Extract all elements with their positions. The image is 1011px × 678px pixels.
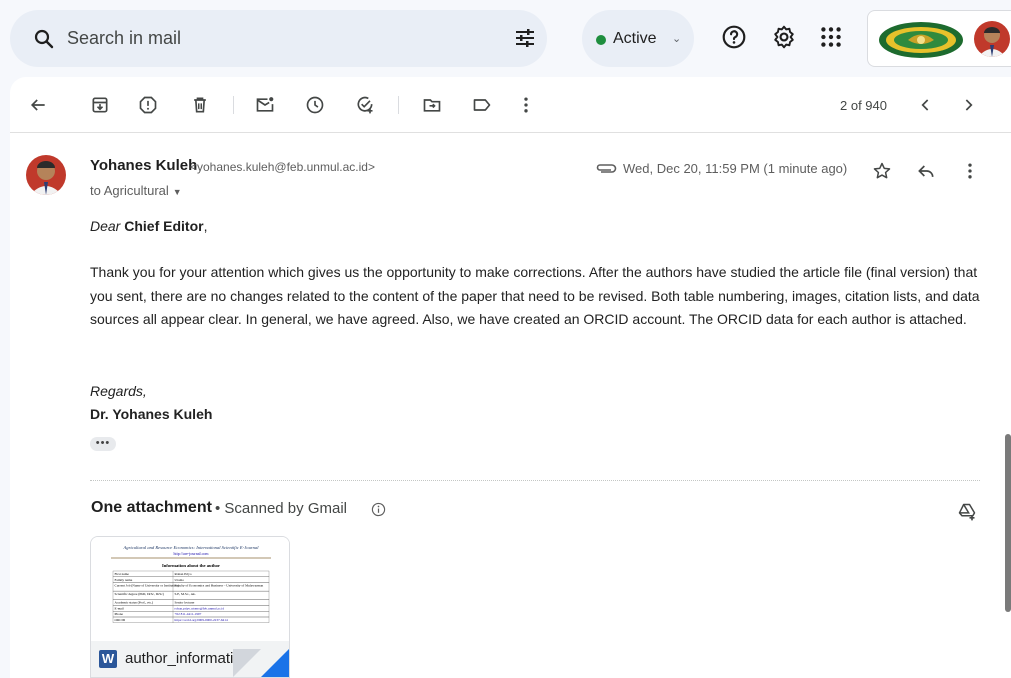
- scanned-by-gmail: • Scanned by Gmail: [215, 500, 347, 517]
- preview-cell: Family name: [115, 578, 133, 582]
- greeting-suffix: ,: [203, 218, 208, 234]
- account-avatar[interactable]: [974, 21, 1010, 57]
- search-icon[interactable]: [32, 27, 56, 51]
- preview-heading: Information about the author: [162, 563, 220, 568]
- preview-cell: Rohan Priyo: [175, 572, 192, 576]
- search-bar[interactable]: Search in mail: [10, 10, 547, 67]
- chevron-left-icon[interactable]: [916, 95, 936, 115]
- sender-name[interactable]: Yohanes Kuleh: [90, 157, 197, 174]
- preview-cell: +62 811-4411-1997: [175, 612, 202, 616]
- report-spam-icon[interactable]: [138, 95, 158, 115]
- preview-journal: Agricultural and Resource Economics: Int…: [122, 545, 259, 550]
- greeting: Dear Chief Editor,: [90, 215, 207, 239]
- preview-cell: Senior lecturer: [175, 601, 196, 605]
- add-task-icon[interactable]: [355, 95, 375, 115]
- reply-icon[interactable]: [916, 161, 936, 181]
- more-vert-icon[interactable]: [516, 95, 536, 115]
- preview-cell: Phone: [115, 612, 124, 616]
- attachment-filename[interactable]: author_informati...: [125, 650, 246, 667]
- caret-down-icon[interactable]: ▼: [173, 187, 182, 197]
- attachment-divider: [90, 480, 980, 481]
- page-fold: [233, 649, 261, 677]
- attachment-preview: Agricultural and Resource Economics: Int…: [91, 537, 289, 647]
- account-area[interactable]: [867, 10, 1011, 67]
- status-label: Active: [613, 30, 657, 47]
- preview-cell: ORCID: [115, 618, 126, 622]
- search-input[interactable]: Search in mail: [67, 28, 181, 49]
- page-count: 2 of 940: [840, 98, 887, 113]
- recipient-label: to Agricultural: [90, 183, 169, 198]
- greeting-prefix: Dear: [90, 218, 125, 234]
- arrow-back-icon[interactable]: [28, 95, 48, 115]
- message-toolbar: 2 of 940: [10, 77, 1011, 133]
- toolbar-divider: [398, 96, 399, 114]
- message-panel: 2 of 940 Yohanes Kuleh <yohanes.kuleh@fe…: [10, 77, 1011, 678]
- preview-cell: rohan.priyo.utomo@feb.unmul.ac.id: [175, 606, 225, 610]
- university-logo: [879, 22, 963, 58]
- status-dot: [596, 35, 606, 45]
- greeting-name: Chief Editor: [124, 218, 204, 234]
- paperclip-icon: [596, 164, 617, 173]
- apps-grid-icon[interactable]: [818, 24, 844, 50]
- chevron-down-icon: ⌄: [672, 33, 682, 45]
- page-fold-corner: [261, 649, 289, 677]
- tune-icon[interactable]: [513, 26, 537, 50]
- info-icon[interactable]: [371, 502, 386, 517]
- sender-avatar[interactable]: [26, 155, 66, 195]
- preview-cell: Current Job (Name of University or Insti…: [115, 584, 179, 588]
- star-icon[interactable]: [872, 161, 892, 181]
- recipient-details[interactable]: to Agricultural ▼: [90, 183, 182, 198]
- signature: Dr. Yohanes Kuleh: [90, 406, 213, 422]
- status-selector[interactable]: Active ⌄: [582, 10, 694, 67]
- attachment-card[interactable]: Agricultural and Resource Economics: Int…: [90, 536, 290, 678]
- mark-unread-icon[interactable]: [255, 95, 275, 115]
- closing: Regards,: [90, 380, 147, 404]
- attachment-title: One attachment: [91, 499, 212, 516]
- message-date: Wed, Dec 20, 11:59 PM (1 minute ago): [623, 161, 848, 176]
- preview-cell: First name: [115, 572, 130, 576]
- archive-icon[interactable]: [90, 95, 110, 115]
- label-icon[interactable]: [472, 95, 492, 115]
- snooze-icon[interactable]: [305, 95, 325, 115]
- preview-cell: Utomo: [175, 578, 185, 582]
- add-to-drive-icon[interactable]: [957, 502, 977, 522]
- gear-icon[interactable]: [771, 24, 797, 50]
- more-vert-icon[interactable]: [960, 161, 980, 181]
- preview-cell: https://orcid.org/0009-0000-2237-6414: [175, 618, 228, 622]
- message-body: Thank you for your attention which gives…: [90, 264, 980, 327]
- chevron-right-icon[interactable]: [958, 95, 978, 115]
- toolbar-divider: [233, 96, 234, 114]
- closing-text: Regards,: [90, 383, 147, 399]
- word-document-icon: W: [99, 650, 117, 668]
- move-to-icon[interactable]: [422, 95, 442, 115]
- show-trimmed-content-button[interactable]: •••: [90, 437, 116, 451]
- preview-cell: E-mail: [115, 606, 124, 610]
- preview-cell: Faculty of Economics and Business – Univ…: [175, 584, 264, 588]
- preview-url: http://are-journal.com: [174, 551, 210, 556]
- scrollbar-thumb[interactable]: [1005, 434, 1011, 612]
- help-icon[interactable]: [721, 24, 747, 50]
- trash-icon[interactable]: [190, 95, 210, 115]
- sender-email: <yohanes.kuleh@feb.unmul.ac.id>: [190, 160, 375, 174]
